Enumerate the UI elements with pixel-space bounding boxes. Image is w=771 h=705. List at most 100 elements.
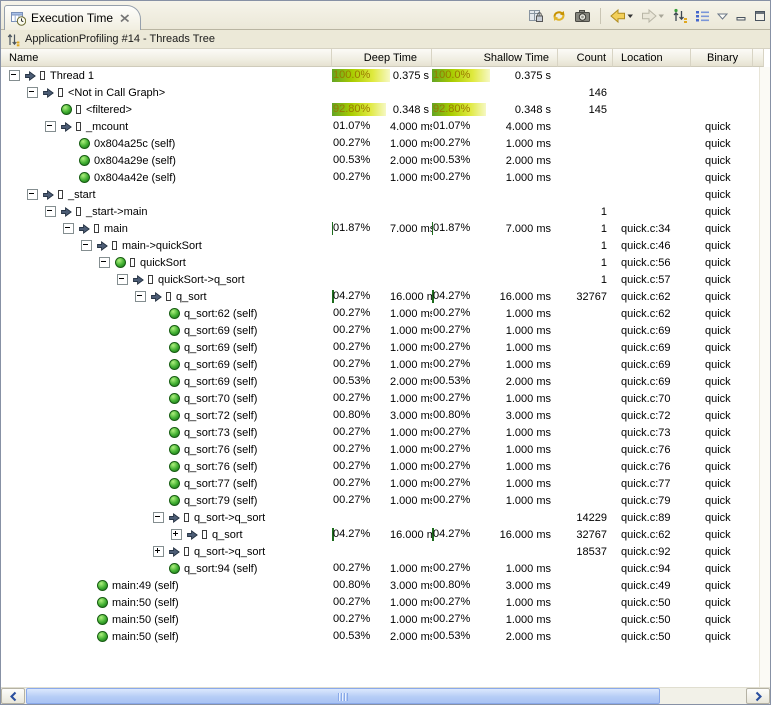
collapse-toggle[interactable] [63,223,79,234]
collapse-toggle[interactable] [45,206,61,217]
table-row[interactable]: q_sort->q_sort14229quick.c:89quick [1,509,770,526]
table-row[interactable]: _startquick [1,186,770,203]
table-row[interactable]: q_sort:69 (self)00.27%1.000 ms00.27%1.00… [1,339,770,356]
location-cell: quick.c:94 [613,563,691,575]
lock-table-button[interactable] [528,8,544,24]
location-cell: quick.c:49 [613,580,691,592]
forward-button[interactable] [641,8,665,24]
shallow-time-cell [432,86,558,99]
table-row[interactable]: quickSort1quick.c:56quick [1,254,770,271]
vertical-scrollbar-track[interactable] [759,67,770,687]
scroll-left-button[interactable] [1,688,25,704]
deep-time-cell [332,239,432,252]
table-row[interactable]: main:50 (self)00.27%1.000 ms00.27%1.000 … [1,594,770,611]
table-row[interactable]: q_sort:73 (self)00.27%1.000 ms00.27%1.00… [1,424,770,441]
tab-execution-time[interactable]: Execution Time [4,5,141,30]
method-ball-icon [169,393,183,404]
table-row[interactable]: main:50 (self)00.27%1.000 ms00.27%1.000 … [1,611,770,628]
table-row[interactable]: _start->main1quick [1,203,770,220]
scroll-right-icon [754,691,763,702]
execution-time-icon [11,11,26,26]
view-menu-button[interactable] [717,13,728,20]
column-header-deep-time[interactable]: Deep Time [332,49,432,67]
collapse-toggle[interactable] [153,512,169,523]
table-row[interactable]: q_sort:77 (self)00.27%1.000 ms00.27%1.00… [1,475,770,492]
deep-time-cell: 00.53%2.000 ms [332,630,432,643]
table-row[interactable]: q_sort:69 (self)00.53%2.000 ms00.53%2.00… [1,373,770,390]
column-header-shallow-time[interactable]: Shallow Time [432,49,558,67]
row-label: main:50 (self) [112,597,179,609]
table-row[interactable]: q_sort:76 (self)00.27%1.000 ms00.27%1.00… [1,441,770,458]
row-name-cell: q_sort:76 (self) [1,461,332,473]
column-header-location[interactable]: Location [613,49,691,67]
table-row[interactable]: 0x804a42e (self)00.27%1.000 ms00.27%1.00… [1,169,770,186]
binary-cell: quick [691,410,753,422]
scrollbar-track[interactable] [660,688,746,704]
method-ball-icon [97,614,111,625]
scroll-right-button[interactable] [746,688,770,704]
table-row[interactable]: q_sort:70 (self)00.27%1.000 ms00.27%1.00… [1,390,770,407]
location-cell: quick.c:69 [613,342,691,354]
collapse-toggle[interactable] [9,70,25,81]
back-button[interactable] [610,8,634,24]
table-row[interactable]: q_sort04.27%16.000 ms04.27%16.000 ms3276… [1,288,770,305]
view-list-button[interactable] [695,9,710,23]
table-row[interactable]: q_sort:69 (self)00.27%1.000 ms00.27%1.00… [1,356,770,373]
collapse-toggle[interactable] [117,274,133,285]
expand-collapse-tree-button[interactable] [672,8,688,24]
refresh-button[interactable] [551,8,567,24]
table-row[interactable]: <Not in Call Graph>146 [1,84,770,101]
horizontal-scrollbar[interactable] [1,687,770,704]
maximize-button[interactable] [754,10,766,22]
collapse-toggle[interactable] [135,291,151,302]
table-row[interactable]: q_sort->q_sort18537quick.c:92quick [1,543,770,560]
table-row[interactable]: main->quickSort1quick.c:46quick [1,237,770,254]
expand-toggle[interactable] [171,529,187,540]
table-row[interactable]: main:50 (self)00.53%2.000 ms00.53%2.000 … [1,628,770,645]
expand-toggle[interactable] [153,546,169,557]
deep-time-cell: 00.27%1.000 ms [332,613,432,626]
shallow-time-cell: 00.27%1.000 ms [432,324,558,337]
table-row[interactable]: <filtered>92.80%0.348 s92.80%0.348 s145 [1,101,770,118]
table-row[interactable]: q_sort:76 (self)00.27%1.000 ms00.27%1.00… [1,458,770,475]
close-icon[interactable] [120,14,130,23]
row-name-cell: main:49 (self) [1,580,332,592]
table-row[interactable]: 0x804a25c (self)00.27%1.000 ms00.27%1.00… [1,135,770,152]
table-row[interactable]: q_sort:69 (self)00.27%1.000 ms00.27%1.00… [1,322,770,339]
snapshot-button[interactable] [574,8,591,24]
table-row[interactable]: q_sort:62 (self)00.27%1.000 ms00.27%1.00… [1,305,770,322]
row-name-cell: q_sort:94 (self) [1,563,332,575]
collapse-toggle[interactable] [27,87,43,98]
shallow-time-cell: 00.27%1.000 ms [432,307,558,320]
shallow-time-cell: 00.27%1.000 ms [432,443,558,456]
table-row[interactable]: main:49 (self)00.80%3.000 ms00.80%3.000 … [1,577,770,594]
table-row[interactable]: 0x804a29e (self)00.53%2.000 ms00.53%2.00… [1,152,770,169]
call-arrow-icon [151,292,165,302]
column-header-count[interactable]: Count [558,49,613,67]
column-header-binary[interactable]: Binary [691,49,753,67]
table-row[interactable]: q_sort:72 (self)00.80%3.000 ms00.80%3.00… [1,407,770,424]
row-name-cell: main:50 (self) [1,614,332,626]
collapse-toggle[interactable] [99,257,115,268]
shallow-time-cell: 01.07%4.000 ms [432,120,558,133]
row-name-cell: main [1,223,332,235]
column-header-name[interactable]: Name [1,49,332,67]
table-row[interactable]: main01.87%7.000 ms01.87%7.000 ms1quick.c… [1,220,770,237]
table-row[interactable]: quickSort->q_sort1quick.c:57quick [1,271,770,288]
table-row[interactable]: Thread 1100.0%0.375 s100.0%0.375 s [1,67,770,84]
shallow-time-cell: 00.27%1.000 ms [432,392,558,405]
row-name-cell: q_sort [1,291,332,303]
row-label: <filtered> [86,104,132,116]
collapse-toggle[interactable] [81,240,97,251]
scrollbar-thumb[interactable] [26,688,660,704]
minimize-button[interactable] [735,10,747,22]
location-cell: quick.c:46 [613,240,691,252]
table-row[interactable]: q_sort:94 (self)00.27%1.000 ms00.27%1.00… [1,560,770,577]
collapse-toggle[interactable] [27,189,43,200]
deep-time-cell [332,256,432,269]
table-row[interactable]: q_sort04.27%16.000 ms04.27%16.000 ms3276… [1,526,770,543]
table-row[interactable]: q_sort:79 (self)00.27%1.000 ms00.27%1.00… [1,492,770,509]
table-row[interactable]: _mcount01.07%4.000 ms01.07%4.000 msquick [1,118,770,135]
maximize-icon [754,10,766,22]
collapse-toggle[interactable] [45,121,61,132]
